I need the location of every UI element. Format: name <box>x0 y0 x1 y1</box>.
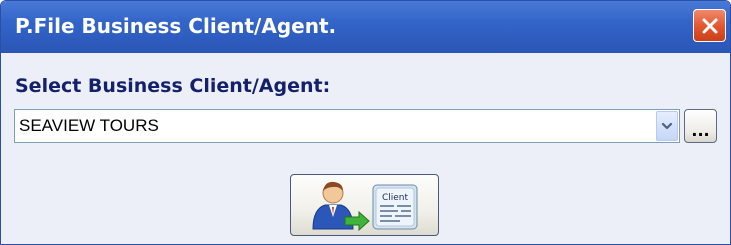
dialog-body: Select Business Client/Agent: SEAVIEW TO… <box>1 53 730 244</box>
client-button[interactable]: Client <box>290 174 439 236</box>
client-agent-icon: Client <box>312 181 418 232</box>
title-bar: P.File Business Client/Agent. <box>1 1 730 53</box>
dialog-window: P.File Business Client/Agent. Select Bus… <box>0 0 731 245</box>
chevron-down-icon <box>661 122 673 130</box>
close-button[interactable] <box>693 9 726 42</box>
window-title: P.File Business Client/Agent. <box>15 14 337 38</box>
close-icon <box>702 18 717 33</box>
client-agent-combobox[interactable]: SEAVIEW TOURS <box>14 109 680 143</box>
select-client-label: Select Business Client/Agent: <box>15 75 331 97</box>
browse-button[interactable]: ... <box>684 109 717 143</box>
dropdown-button[interactable] <box>656 111 678 141</box>
client-card-text: Client <box>382 193 409 203</box>
combo-selected-value: SEAVIEW TOURS <box>19 116 159 135</box>
